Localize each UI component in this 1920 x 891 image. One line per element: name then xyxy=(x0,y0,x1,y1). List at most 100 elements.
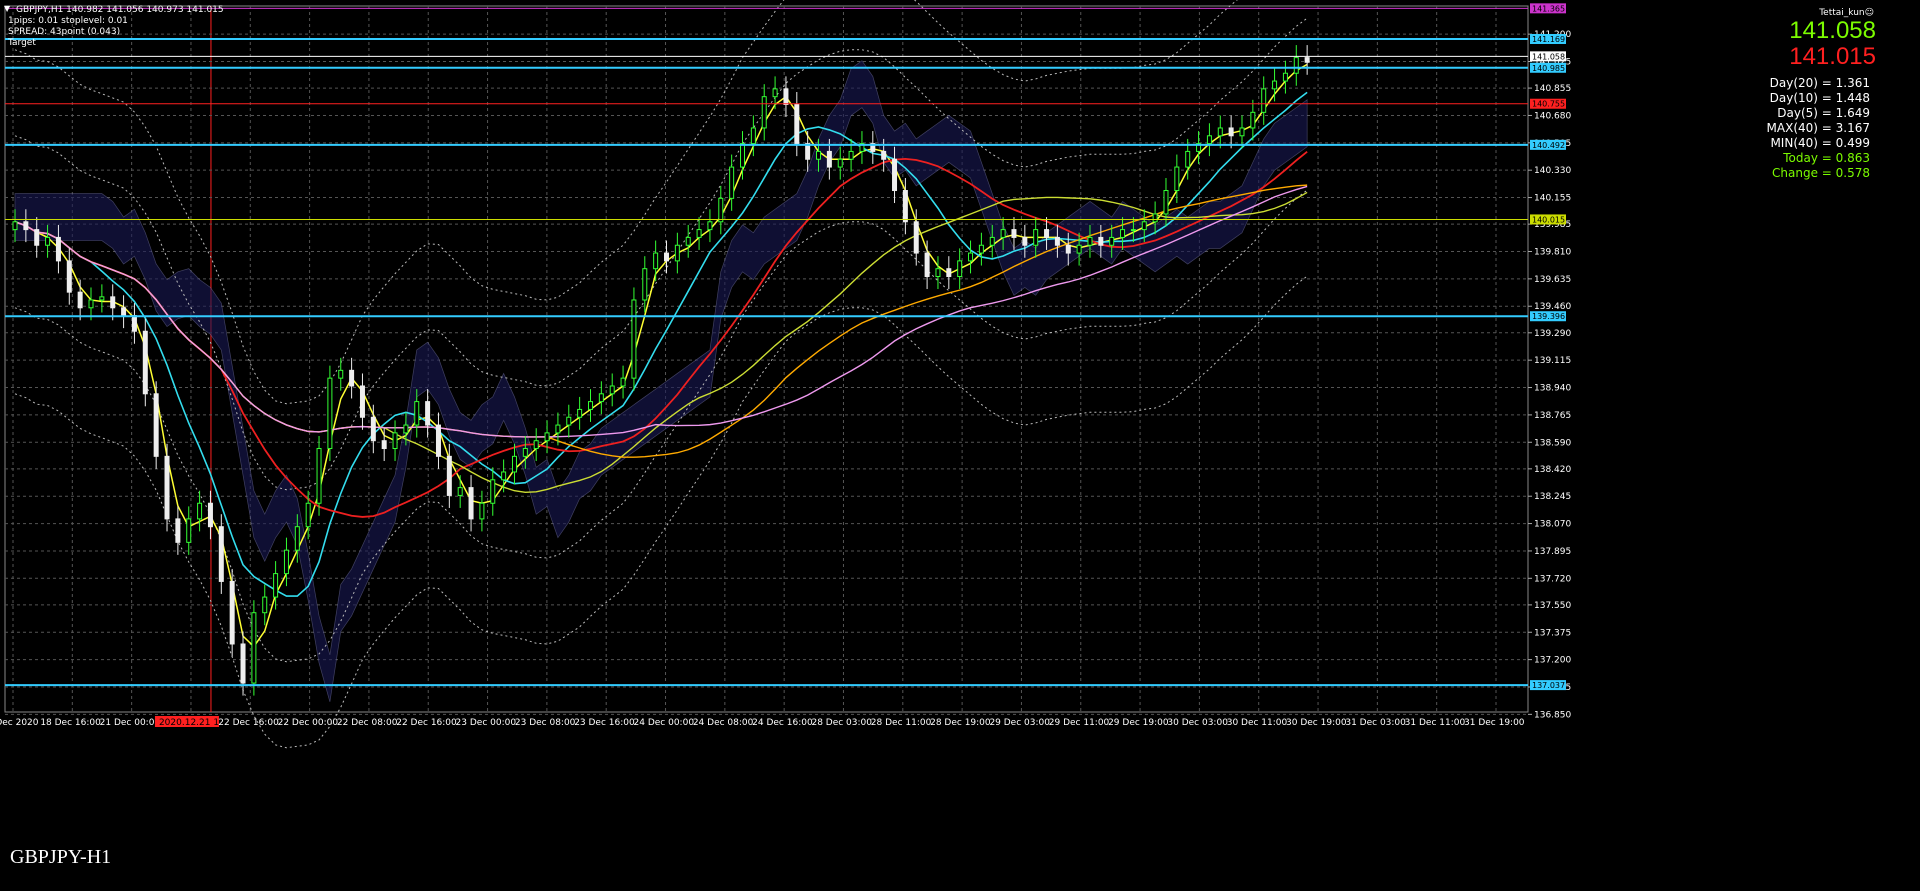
y-tick-label: 140.855 xyxy=(1534,84,1571,94)
candle-body xyxy=(978,244,984,254)
candle-body xyxy=(729,166,735,199)
candle-body xyxy=(1174,166,1180,192)
candle-body xyxy=(153,393,159,457)
x-tick-label: 28 Dec 19:00 xyxy=(930,718,991,728)
candle-body xyxy=(490,479,496,504)
candle-body xyxy=(1022,236,1028,246)
candle-body xyxy=(794,104,800,145)
candle-body xyxy=(924,252,930,278)
candle-body xyxy=(816,150,822,160)
y-tick-label: 140.680 xyxy=(1534,111,1571,121)
x-tick-label: 21 Dec 00:00 xyxy=(100,718,161,728)
candle-body xyxy=(457,487,463,496)
candle-body xyxy=(349,369,355,387)
candle-body xyxy=(664,252,669,262)
candle-body xyxy=(435,424,441,457)
x-tick-label: 30 Dec 19:00 xyxy=(1286,718,1347,728)
x-tick-label: 30 Dec 03:00 xyxy=(1167,718,1228,728)
candle-body xyxy=(1120,229,1126,238)
price-level-label: 140.755 xyxy=(1532,100,1565,109)
y-tick-label: 138.245 xyxy=(1534,492,1571,502)
chart-info-panel: GBPJPY,H1 140.982 141.056 140.973 141.01… xyxy=(8,5,224,49)
y-tick-label: 137.200 xyxy=(1534,656,1571,666)
candle-body xyxy=(1065,244,1071,254)
candle-body xyxy=(131,315,137,332)
x-tick-label: 31 Dec 03:00 xyxy=(1345,718,1406,728)
y-tick-label: 138.765 xyxy=(1534,411,1571,421)
pips-line: 1pips: 0.01 stoplevel: 0.01 xyxy=(8,16,128,26)
stat-item: MAX(40) = 3.167 xyxy=(1766,121,1870,135)
candle-body xyxy=(1228,127,1234,137)
symbol-line: GBPJPY,H1 140.982 141.056 140.973 141.01… xyxy=(16,5,224,15)
x-tick-label: 24 Dec 16:00 xyxy=(752,718,813,728)
candle-body xyxy=(848,150,854,160)
x-tick-label: 29 Dec 19:00 xyxy=(1108,718,1169,728)
x-tick-label: 18 Dec 2020 xyxy=(0,718,39,728)
candle-body xyxy=(479,502,485,520)
candle-body xyxy=(403,424,409,434)
candle-body xyxy=(425,401,431,426)
candle-body xyxy=(327,377,333,450)
moving-average-line xyxy=(14,150,1308,518)
candle-body xyxy=(642,268,648,301)
x-tick-label: 28 Dec 11:00 xyxy=(871,718,932,728)
candle-body xyxy=(1163,190,1169,215)
stat-item: Today = 0.863 xyxy=(1783,151,1870,165)
candle-body xyxy=(1141,221,1147,231)
x-tick-label: 22 Dec 16:00 xyxy=(218,718,279,728)
candle-body xyxy=(957,260,963,278)
candle-body xyxy=(653,252,659,270)
candle-body xyxy=(1239,127,1245,137)
candle-body xyxy=(446,455,452,496)
candle-body xyxy=(34,229,40,246)
candle-body xyxy=(1206,135,1212,145)
y-tick-label: 138.590 xyxy=(1534,438,1571,448)
candle-body xyxy=(164,455,170,520)
spread-line: SPREAD: 43point (0.043) xyxy=(8,27,121,37)
candle-body xyxy=(587,401,593,410)
candle-body xyxy=(946,268,952,278)
candle-body xyxy=(197,502,203,520)
candle-body xyxy=(1076,244,1082,254)
candle-body xyxy=(1033,229,1039,246)
candle-body xyxy=(566,416,572,426)
candle-body xyxy=(968,252,974,262)
candle-body xyxy=(1185,150,1191,168)
price-level-label: 140.015 xyxy=(1532,215,1565,224)
x-tick-label: 29 Dec 11:00 xyxy=(1049,718,1110,728)
price-level-label: 140.985 xyxy=(1532,64,1565,73)
candle-body xyxy=(892,158,898,192)
candle-body xyxy=(262,596,268,614)
candle-body xyxy=(620,377,626,387)
candle-body xyxy=(783,88,789,106)
candle-body xyxy=(881,150,887,160)
candle-body xyxy=(218,526,224,582)
candle-body xyxy=(66,260,72,293)
candle-body xyxy=(674,244,680,262)
candle-body xyxy=(707,221,713,231)
candle-body xyxy=(240,643,246,684)
y-tick-label: 138.420 xyxy=(1534,465,1571,475)
y-tick-label: 138.070 xyxy=(1534,520,1571,530)
stat-item: Day(10) = 1.448 xyxy=(1769,91,1870,105)
price-chart[interactable]: 18 Dec 202018 Dec 16:0021 Dec 00:002020.… xyxy=(0,0,1920,891)
x-tick-label: 29 Dec 03:00 xyxy=(989,718,1050,728)
y-tick-label: 137.550 xyxy=(1534,601,1571,611)
candle-body xyxy=(110,296,116,309)
candle-body xyxy=(1011,229,1017,238)
candle-body xyxy=(1261,88,1267,113)
candle-body xyxy=(696,229,702,238)
candle-body xyxy=(12,221,18,231)
price-level-label: 139.396 xyxy=(1532,312,1565,321)
price-level-label: 141.365 xyxy=(1532,4,1565,13)
candle-body xyxy=(1293,57,1299,74)
candle-body xyxy=(501,471,507,481)
candle-body xyxy=(685,236,691,246)
y-tick-label: 139.460 xyxy=(1534,302,1571,312)
candle-body xyxy=(121,307,127,317)
candle-body xyxy=(913,221,919,254)
ask-price: 141.015 xyxy=(1789,43,1876,70)
candle-body xyxy=(392,432,398,450)
candle-body xyxy=(99,296,105,301)
candle-body xyxy=(381,440,387,450)
